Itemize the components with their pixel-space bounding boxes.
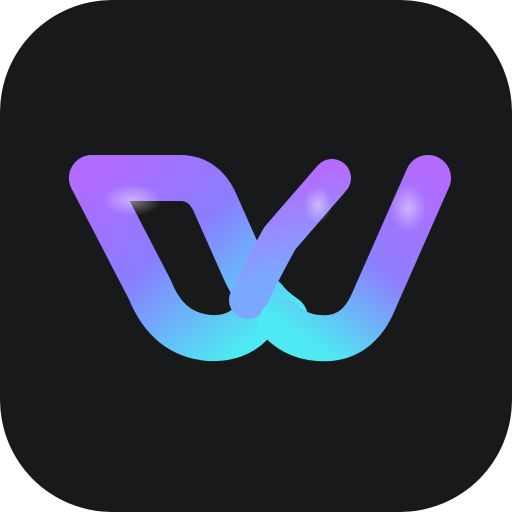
w-highlight-right bbox=[390, 184, 426, 232]
w-highlight-middle bbox=[304, 187, 332, 223]
w-highlight-left bbox=[102, 184, 162, 216]
app-icon-graphic bbox=[0, 0, 512, 512]
app-icon[interactable] bbox=[0, 0, 512, 512]
